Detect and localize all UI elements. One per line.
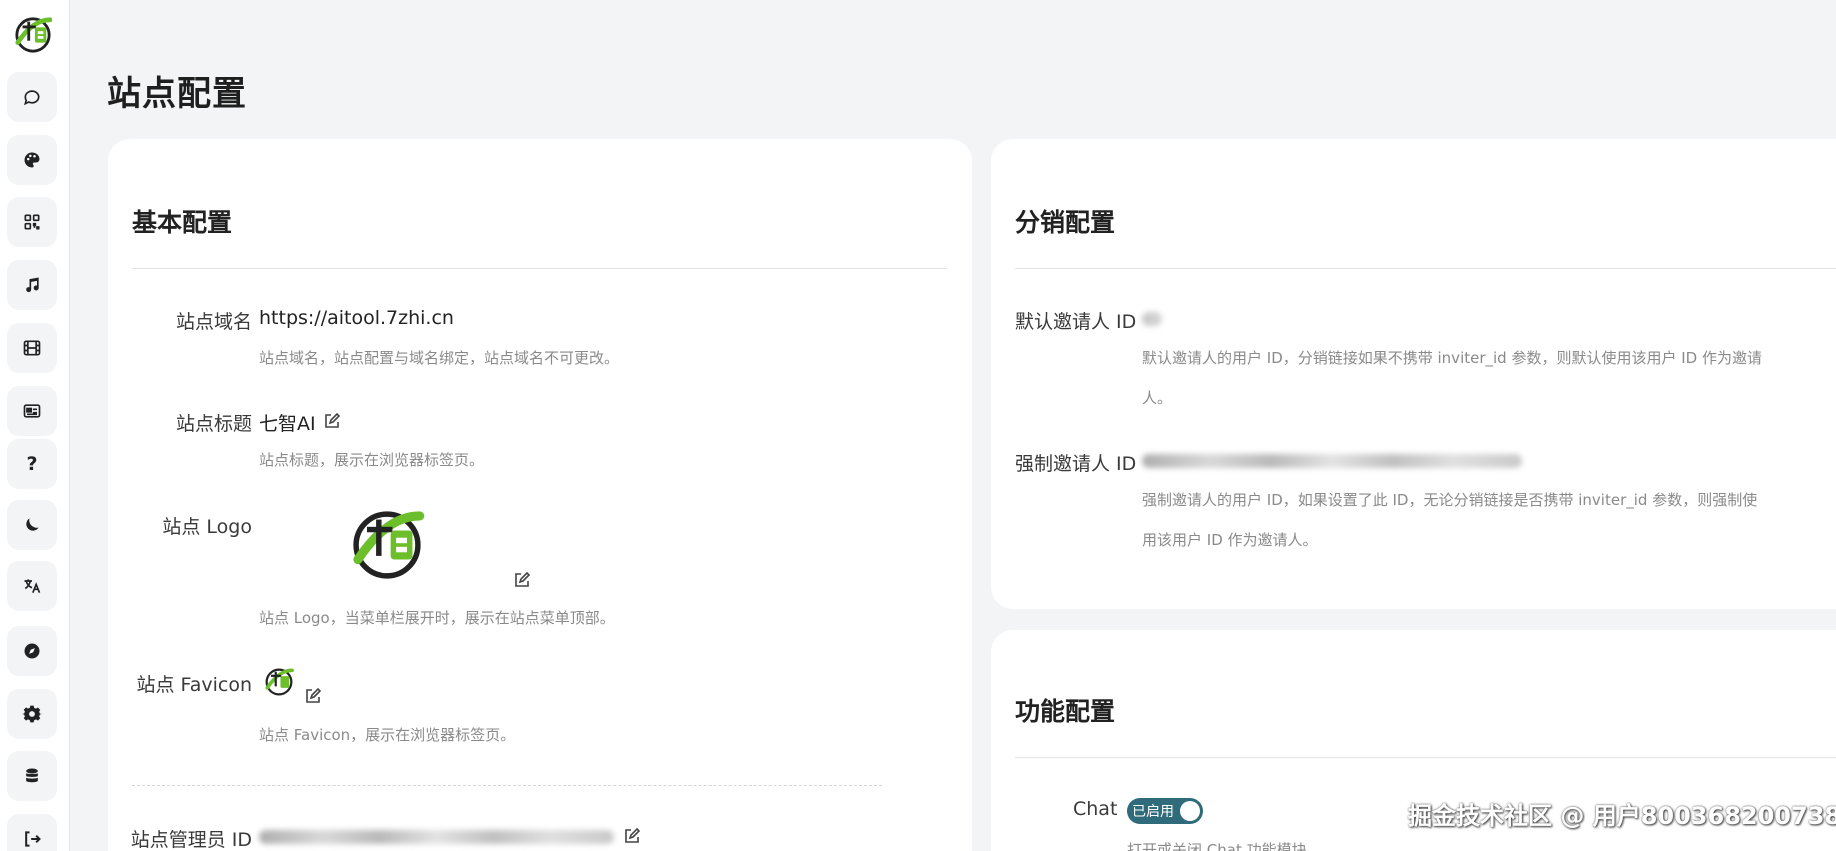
site-title-value: 七智AI [259,413,316,435]
moon-icon [26,518,39,531]
basic-config-title: 基本配置 [132,208,233,237]
card-nav-button[interactable] [7,386,57,436]
logo-hint: 站点 Logo，当菜单栏展开时，展示在站点菜单顶部。 [259,609,615,627]
logo-label: 站点 Logo [162,516,252,538]
billing-nav-button[interactable] [7,751,57,801]
distribution-config-title: 分销配置 [1015,208,1116,237]
favicon-preview [264,666,294,698]
chat-bubble-icon [24,90,40,106]
default-inviter-hint-line1: 默认邀请人的用户 ID，分销链接如果不携带 inviter_id 参数，则默认使… [1142,349,1762,367]
qr-code-icon [24,214,40,230]
watermark: 掘金技术社区 @ 用户800368200738 [1408,802,1836,830]
translate-icon [24,579,41,593]
force-inviter-value-redacted [1142,454,1522,468]
admin-id-edit-icon[interactable] [624,828,640,844]
distribution-config-card: 分销配置 默认邀请人 ID 默认邀请人的用户 ID，分销链接如果不携带 invi… [991,139,1836,609]
basic-config-divider [132,268,947,269]
music-note-icon [26,277,39,293]
help-question-icon: ? [26,453,38,475]
chat-toggle-status: 已启用 [1132,804,1174,820]
basic-config-card: 基本配置 站点域名 https://aitool.7zhi.cn 站点域名，站点… [108,139,972,851]
force-inviter-label: 强制邀请人 ID [1015,453,1137,475]
page-title: 站点配置 [107,74,247,114]
section-dashed-divider [132,785,882,786]
help-nav-button[interactable]: ? [7,439,57,489]
admin-id-value-redacted [259,830,614,844]
compass-icon [24,643,40,659]
site-title-hint: 站点标题，展示在浏览器标签页。 [259,451,485,469]
chat-nav-button[interactable] [7,72,57,122]
site-logo-preview [348,505,426,585]
distribution-config-divider [1015,268,1836,269]
sidebar: ? [0,0,70,851]
logout-nav-button[interactable] [7,814,57,851]
database-icon [26,768,38,783]
video-nav-button[interactable] [7,323,57,373]
site-logo[interactable] [14,14,53,56]
domain-label: 站点域名 [175,311,252,333]
id-card-icon [23,404,41,418]
chat-feature-hint: 打开或关闭 Chat 功能模块 [1127,841,1307,851]
site-title-label: 站点标题 [175,413,252,435]
favicon-label: 站点 Favicon [136,674,252,696]
apps-nav-button[interactable] [7,197,57,247]
music-nav-button[interactable] [7,260,57,310]
theme-toggle-button[interactable] [7,500,57,550]
favicon-edit-icon[interactable] [305,688,321,704]
logo-edit-icon[interactable] [514,572,530,588]
site-title-edit-icon[interactable] [324,413,340,429]
logout-icon [25,831,41,847]
toggle-knob [1180,801,1200,821]
chat-feature-toggle[interactable]: 已启用 [1127,798,1203,824]
language-nav-button[interactable] [7,561,57,611]
default-inviter-hint-line2: 人。 [1142,389,1173,407]
default-inviter-value-redacted [1142,312,1162,326]
feature-config-title: 功能配置 [1015,697,1116,726]
force-inviter-hint-line1: 强制邀请人的用户 ID，如果设置了此 ID，无论分销链接是否携带 inviter… [1142,491,1758,509]
explore-nav-button[interactable] [7,626,57,676]
draw-nav-button[interactable] [7,135,57,185]
force-inviter-hint-line2: 用该用户 ID 作为邀请人。 [1142,531,1318,549]
palette-icon [24,152,40,168]
film-icon [23,340,41,356]
admin-id-label: 站点管理员 ID [130,829,252,851]
settings-nav-button[interactable] [7,689,57,739]
gear-icon [22,705,42,723]
domain-hint: 站点域名，站点配置与域名绑定，站点域名不可更改。 [259,349,620,367]
chat-feature-label: Chat [1073,798,1118,820]
domain-value: https://aitool.7zhi.cn [259,307,454,329]
favicon-hint: 站点 Favicon，展示在浏览器标签页。 [259,726,516,744]
feature-config-divider [1015,757,1836,758]
default-inviter-label: 默认邀请人 ID [1015,311,1137,333]
